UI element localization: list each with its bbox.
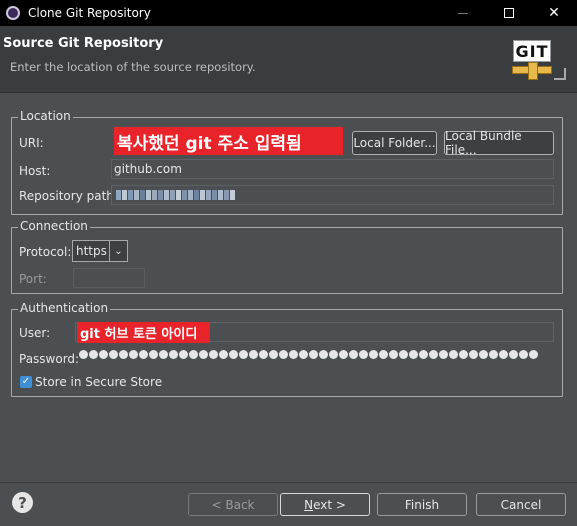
protocol-value: https — [76, 244, 107, 258]
protocol-select[interactable]: https ⌄ — [72, 240, 128, 262]
checkmark-icon: ✓ — [21, 376, 31, 387]
maximize-button[interactable] — [486, 0, 532, 26]
password-mask — [79, 350, 538, 359]
port-label: Port: — [19, 272, 47, 286]
footer-divider — [0, 482, 577, 483]
password-label: Password: — [19, 352, 80, 366]
port-field[interactable] — [73, 268, 145, 288]
host-label: Host: — [19, 164, 51, 178]
authentication-legend: Authentication — [18, 301, 111, 315]
password-field[interactable] — [75, 348, 554, 368]
minimize-button[interactable] — [440, 0, 486, 26]
location-legend: Location — [18, 109, 73, 123]
window-title: Clone Git Repository — [28, 6, 151, 20]
chevron-down-icon: ⌄ — [109, 241, 127, 261]
eclipse-app-icon — [6, 6, 20, 20]
uri-annotation: 복사했던 git 주소 입력됨 — [114, 127, 343, 155]
page-title: Source Git Repository — [3, 36, 164, 51]
close-icon: ✕ — [548, 5, 560, 21]
repository-path-field[interactable] — [111, 185, 554, 205]
host-field[interactable]: github.com — [111, 159, 554, 179]
next-button[interactable]: Next > — [280, 493, 370, 516]
help-icon[interactable]: ? — [12, 492, 33, 513]
host-value: github.com — [114, 162, 182, 176]
store-secure-label: Store in Secure Store — [35, 375, 163, 389]
close-button[interactable]: ✕ — [531, 0, 577, 26]
user-label: User: — [19, 326, 51, 340]
git-logo-text: GIT — [513, 40, 551, 62]
title-bar: Clone Git Repository ✕ — [0, 0, 577, 26]
uri-field[interactable]: 복사했던 git 주소 입력됨 — [111, 127, 345, 155]
finish-button[interactable]: Finish — [377, 493, 467, 516]
repository-path-label: Repository path: — [19, 189, 118, 203]
wizard-header: Source Git Repository Enter the location… — [0, 26, 577, 92]
header-divider — [0, 92, 577, 93]
user-annotation: git 허브 토큰 아이디 — [77, 322, 210, 343]
uri-label: URI: — [19, 136, 44, 150]
connection-legend: Connection — [18, 219, 90, 233]
maximize-icon — [504, 8, 514, 18]
git-logo-icon: GIT — [512, 40, 568, 88]
local-folder-button[interactable]: Local Folder... — [352, 131, 437, 155]
protocol-label: Protocol: — [19, 245, 72, 259]
cancel-button[interactable]: Cancel — [476, 493, 566, 516]
store-secure-checkbox[interactable]: ✓ — [20, 376, 32, 388]
redacted-path — [116, 190, 235, 201]
back-button[interactable]: < Back — [188, 493, 278, 516]
user-field[interactable]: git 허브 토큰 아이디 — [75, 322, 554, 343]
minimize-icon — [458, 12, 468, 14]
local-bundle-file-button[interactable]: Local Bundle File... — [444, 129, 554, 157]
page-description: Enter the location of the source reposit… — [10, 60, 256, 74]
